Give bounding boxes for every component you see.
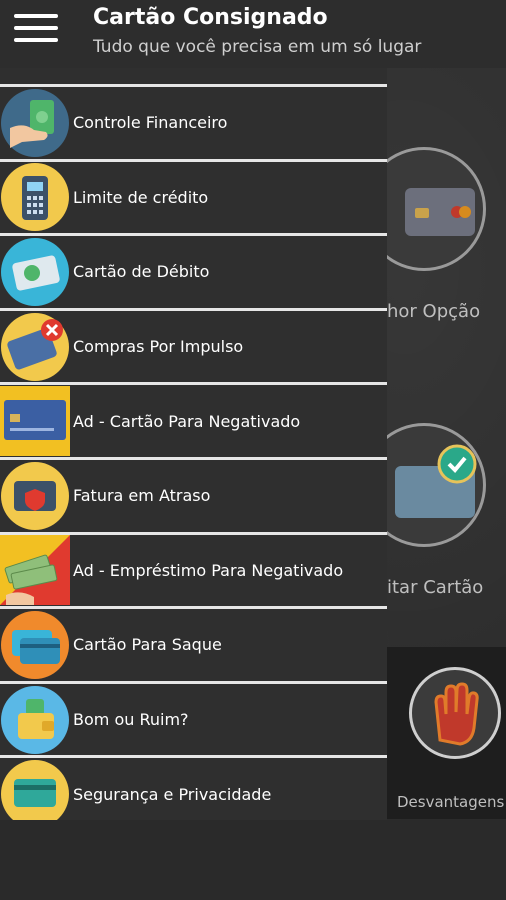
wallet-icon [0,685,70,755]
drawer-item-cartao-debito[interactable]: Cartão de Débito [0,233,387,308]
page-title: Cartão Consignado [93,5,328,30]
best-option-label: hor Opção [387,301,481,322]
card-machine-icon [0,162,70,232]
page-subtitle: Tudo que você precisa em um só lugar [93,37,422,57]
drawer-item-bom-ou-ruim[interactable]: Bom ou Ruim? [0,680,387,756]
drawer-item-ad-cartao-negativado[interactable]: Ad - Cartão Para Negativado [0,382,387,457]
stop-hand-icon [409,667,501,759]
drawer-item-label: Compras Por Impulso [73,337,244,357]
disadvantages-label: Desvantagens [397,793,505,811]
drawer-item-seguranca-privacidade[interactable]: Segurança e Privacidade [0,755,387,820]
request-card-label: itar Cartão [387,577,484,598]
drawer-item-compras-impulso[interactable]: Compras Por Impulso [0,307,387,383]
drawer-item-ad-emprestimo-negativado[interactable]: Ad - Empréstimo Para Negativado [0,531,387,607]
bottom-area [0,820,506,900]
security-card-icon [0,759,70,820]
drawer-item-fatura-atraso[interactable]: Fatura em Atraso [0,456,387,532]
menu-icon[interactable] [14,14,58,44]
drawer-item-cartao-saque[interactable]: Cartão Para Saque [0,606,387,681]
drawer-item-label: Fatura em Atraso [73,486,211,506]
drawer-item-label: Limite de crédito [73,187,209,207]
cash-loan-icon [0,535,70,606]
drawer-item-label: Segurança e Privacidade [73,784,272,804]
drawer-item-label: Controle Financeiro [73,113,228,133]
navigation-drawer: Controle Financeiro Limite de crédito Ca… [0,68,387,820]
drawer-item-limite-credito[interactable]: Limite de crédito [0,158,387,234]
disadvantages-panel[interactable]: Desvantagens [387,647,506,819]
drawer-item-label: Bom ou Ruim? [73,710,189,730]
drawer-item-label: Ad - Empréstimo Para Negativado [73,560,344,580]
drawer-item-label: Ad - Cartão Para Negativado [73,411,301,431]
drawer-item-label: Cartão de Débito [73,262,210,282]
app-header: Cartão Consignado Tudo que você precisa … [0,0,506,68]
platinum-card-icon [0,386,70,457]
impulse-card-icon [0,312,70,382]
drawer-item-label: Cartão Para Saque [73,635,222,655]
overdue-bill-icon [0,461,70,531]
drawer-item-controle-financeiro[interactable]: Controle Financeiro [0,84,387,159]
debit-card-icon [0,237,70,307]
money-hand-icon [0,88,70,158]
withdraw-card-icon [0,610,70,680]
